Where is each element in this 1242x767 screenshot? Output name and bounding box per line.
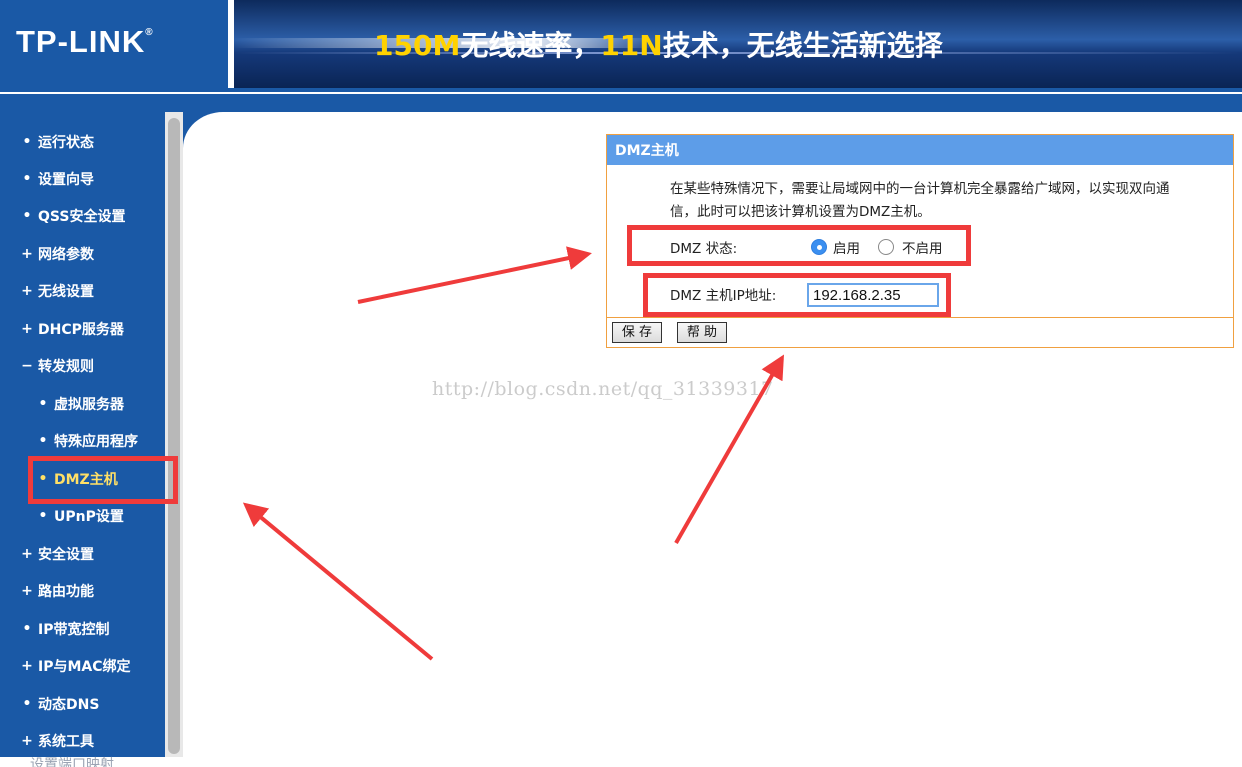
bullet-icon: • — [22, 171, 32, 187]
sidebar-item-routing[interactable]: + 路由功能 — [0, 576, 165, 606]
header: TP-LINK® 150M无线速率，11N技术，无线生活新选择 — [0, 0, 1242, 88]
save-button[interactable]: 保 存 — [612, 322, 662, 343]
arrow-to-status — [357, 246, 592, 304]
help-button[interactable]: 帮 助 — [677, 322, 727, 343]
sidebar-item-wireless[interactable]: + 无线设置 — [0, 276, 165, 306]
bullet-icon: • — [38, 508, 48, 524]
expand-icon: + — [21, 321, 33, 337]
expand-icon: + — [21, 546, 33, 562]
bullet-icon: • — [22, 696, 32, 712]
sidebar-item-system-tools[interactable]: + 系统工具 — [0, 726, 165, 756]
sidebar-item-virtual-server[interactable]: • 虚拟服务器 — [0, 389, 165, 419]
sidebar-item-setup-wizard[interactable]: • 设置向导 — [0, 164, 165, 194]
expand-icon: + — [21, 583, 33, 599]
bullet-icon: • — [38, 433, 48, 449]
sidebar-item-network[interactable]: + 网络参数 — [0, 239, 165, 269]
panel-description: 在某些特殊情况下，需要让局域网中的一台计算机完全暴露给广域网，以实现双向通信，此… — [670, 181, 1170, 220]
bullet-icon: • — [22, 134, 32, 150]
sidebar-item-run-status[interactable]: • 运行状态 — [0, 127, 165, 157]
sidebar-item-dhcp[interactable]: + DHCP服务器 — [0, 314, 165, 344]
highlight-dmz-status — [627, 225, 971, 266]
sidebar-item-special-app[interactable]: • 特殊应用程序 — [0, 426, 165, 456]
sidebar-item-bandwidth[interactable]: • IP带宽控制 — [0, 614, 165, 644]
sidebar-item-forwarding[interactable]: − 转发规则 — [0, 351, 165, 381]
sidebar-item-qss[interactable]: • QSS安全设置 — [0, 201, 165, 231]
watermark: http://blog.csdn.net/qq_31339317 — [432, 378, 774, 400]
sidebar-item-ip-mac[interactable]: + IP与MAC绑定 — [0, 651, 165, 681]
banner: 150M无线速率，11N技术，无线生活新选择 — [234, 0, 1242, 88]
expand-icon: + — [21, 658, 33, 674]
bullet-icon: • — [22, 621, 32, 637]
sidebar-item-security[interactable]: + 安全设置 — [0, 539, 165, 569]
expand-icon: + — [21, 733, 33, 749]
arrow-to-sidebar — [242, 502, 434, 661]
panel-title: DMZ主机 — [607, 135, 1233, 165]
highlight-dmz-ip — [643, 273, 951, 317]
expand-icon: + — [21, 246, 33, 262]
bullet-icon: • — [38, 396, 48, 412]
collapse-icon: − — [21, 358, 33, 374]
expand-icon: + — [21, 283, 33, 299]
logo-area: TP-LINK® — [0, 0, 228, 88]
highlight-sidebar-dmz — [28, 456, 178, 504]
scroll-thumb[interactable] — [168, 118, 180, 754]
logo: TP-LINK® — [16, 24, 154, 59]
sidebar-item-ddns[interactable]: • 动态DNS — [0, 689, 165, 719]
banner-slogan: 150M无线速率，11N技术，无线生活新选择 — [374, 29, 943, 62]
bottom-caption: 设置端口映射 — [30, 757, 114, 767]
sidebar-item-upnp[interactable]: • UPnP设置 — [0, 501, 165, 531]
sidebar-scrollbar[interactable] — [165, 112, 183, 757]
bullet-icon: • — [22, 208, 32, 224]
